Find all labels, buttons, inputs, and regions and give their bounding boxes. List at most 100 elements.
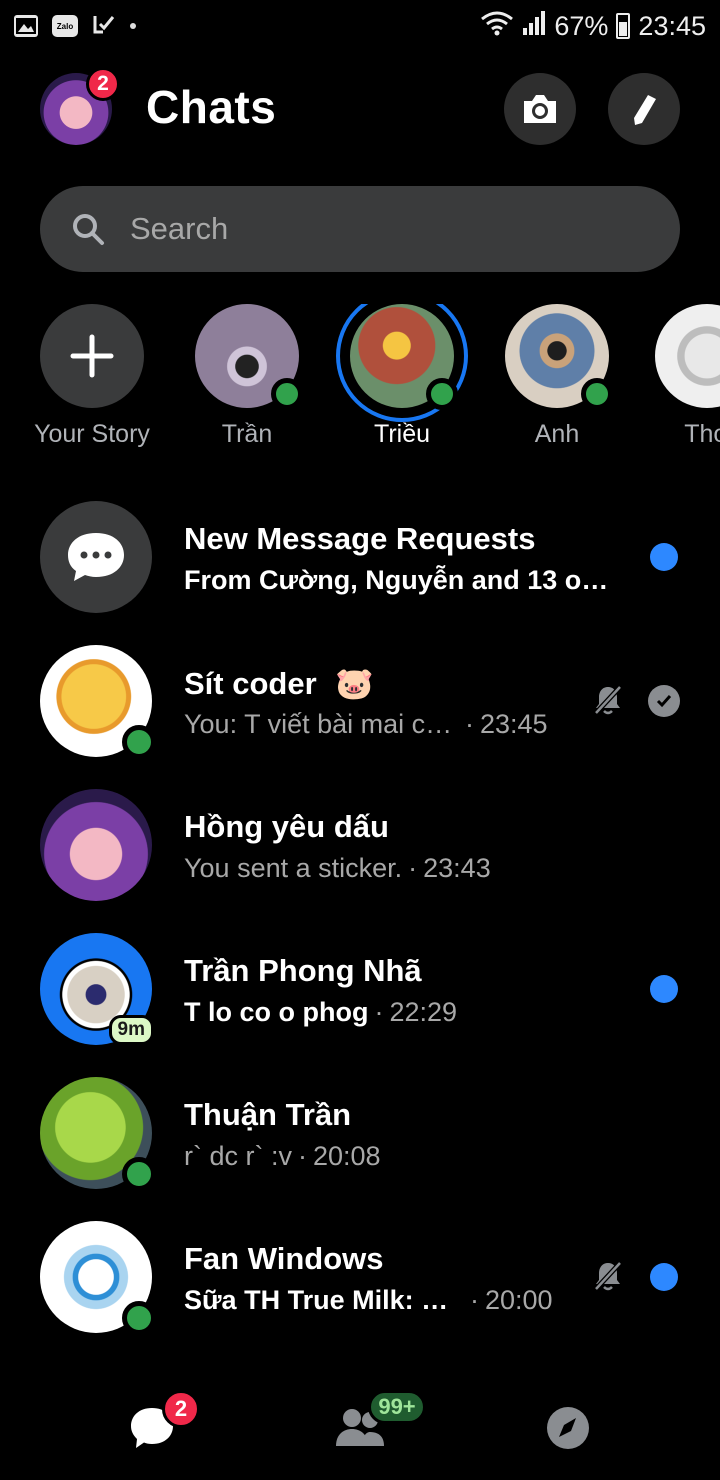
people-badge: 99+ <box>368 1390 426 1424</box>
chat-item-tran-phong-nha[interactable]: 9m Trần Phong Nhã T lo co o phog · 22:29 <box>0 933 720 1057</box>
story-tho[interactable]: Thơ <box>632 304 720 449</box>
chat-preview: You: T viết bài mai chia sẻ · 23:45 <box>184 709 548 740</box>
profile-badge: 2 <box>86 67 120 101</box>
story-avatar <box>655 304 720 408</box>
chats-badge: 2 <box>162 1390 200 1428</box>
story-label: Your Story <box>34 420 150 448</box>
chat-name: Hồng yêu dấu <box>184 809 389 844</box>
muted-bell-icon <box>594 685 622 715</box>
chat-item-sit-coder[interactable]: Sít coder 🐷 You: T viết bài mai chia sẻ … <box>0 645 720 769</box>
separator: · <box>470 1285 479 1315</box>
chat-avatar <box>40 1077 156 1191</box>
chat-preview: From Cường, Nguyễn and 13 others <box>184 565 610 596</box>
search-input[interactable] <box>130 211 610 247</box>
separator: · <box>465 709 474 739</box>
online-indicator <box>581 378 613 410</box>
chat-name: Thuận Trần <box>184 1097 352 1132</box>
story-trieu[interactable]: Triều <box>327 304 477 449</box>
chat-preview: Sữa TH True Milk: @Lê Văn · 20:00 <box>184 1285 553 1316</box>
story-label: Triều <box>373 420 431 448</box>
bottom-navigation: 2 99+ <box>0 1368 720 1480</box>
chat-time: 23:43 <box>423 853 491 883</box>
pencil-icon <box>634 95 656 125</box>
unread-dot <box>650 1263 678 1291</box>
battery-percent: 67% <box>554 10 609 41</box>
separator: · <box>374 997 384 1027</box>
camera-icon <box>524 95 556 123</box>
chat-avatar <box>40 1221 156 1335</box>
add-story-avatar <box>40 304 144 408</box>
chat-item-hong-yeu-dau[interactable]: Hồng yêu dấu You sent a sticker. · 23:43 <box>0 789 720 913</box>
muted-bell-icon <box>594 1261 622 1291</box>
chat-avatar <box>40 645 156 759</box>
chat-name: Trần Phong Nhã <box>184 953 422 988</box>
chat-avatar <box>40 789 152 901</box>
chat-avatar: 9m <box>40 933 154 1045</box>
clock: 23:45 <box>638 10 706 41</box>
chat-message: You sent a sticker. <box>184 853 403 883</box>
story-label: Trần <box>221 420 273 448</box>
signal-icon <box>522 10 546 43</box>
battery-icon <box>616 13 631 39</box>
plus-icon <box>70 334 114 378</box>
nav-people-tab[interactable]: 99+ <box>330 1390 426 1458</box>
chat-item-thuan-tran[interactable]: Thuận Trần r` dc r` :v · 20:08 <box>0 1077 720 1201</box>
chat-message: r` dc r` :v <box>184 1141 292 1171</box>
story-tran[interactable]: Trần <box>172 304 322 449</box>
gallery-icon <box>14 15 38 37</box>
profile-avatar[interactable]: 2 <box>40 67 120 145</box>
chat-name: Fan Windows <box>184 1241 384 1276</box>
online-indicator <box>271 378 303 410</box>
chat-name: New Message Requests <box>184 521 536 556</box>
camera-button[interactable] <box>504 73 576 145</box>
wifi-icon <box>480 10 514 43</box>
chat-message: Sữa TH True Milk: @Lê Văn <box>184 1285 464 1315</box>
stories-row: Your Story Trần Triều Anh Thơ <box>0 304 720 464</box>
chat-name-text: Sít coder <box>184 666 317 701</box>
chat-message: T lo co o phog <box>184 997 369 1027</box>
compass-icon <box>547 1407 589 1449</box>
chat-preview: r` dc r` :v · 20:08 <box>184 1141 381 1172</box>
chat-time: 20:08 <box>313 1141 381 1171</box>
chat-time: 22:29 <box>389 997 458 1027</box>
zalo-icon: Zalo <box>52 15 78 37</box>
online-indicator <box>426 378 458 410</box>
story-label: Thơ <box>684 420 720 448</box>
pig-emoji: 🐷 <box>335 666 374 701</box>
chat-bubble-icon <box>68 533 124 581</box>
chat-avatar <box>40 501 152 613</box>
separator: · <box>408 853 418 883</box>
chat-name: Sít coder 🐷 <box>184 665 374 702</box>
online-indicator <box>122 1157 156 1191</box>
online-indicator <box>122 1301 156 1335</box>
page-title: Chats <box>146 81 277 133</box>
seen-check-icon <box>648 685 680 717</box>
nav-discover-tab[interactable] <box>538 1398 598 1458</box>
chat-preview: T lo co o phog · 22:29 <box>184 997 457 1028</box>
story-avatar <box>336 304 468 422</box>
active-time-badge: 9m <box>108 1015 154 1045</box>
separator: · <box>298 1141 307 1171</box>
story-your-story[interactable]: Your Story <box>17 304 167 449</box>
notification-dot-icon <box>130 23 136 29</box>
chat-time: 20:00 <box>485 1285 553 1315</box>
chat-message: From Cường, Nguyễn and 13 others <box>184 565 610 595</box>
nav-chats-tab[interactable]: 2 <box>122 1390 200 1458</box>
chat-message: You: T viết bài mai chia sẻ <box>184 709 459 739</box>
story-avatar <box>195 304 303 410</box>
chat-preview: You sent a sticker. · 23:43 <box>184 853 491 884</box>
unread-dot <box>650 543 678 571</box>
check-icon <box>92 13 116 40</box>
search-icon <box>73 214 104 245</box>
header: 2 Chats <box>0 67 720 150</box>
story-avatar <box>505 304 613 410</box>
unread-dot <box>650 975 678 1003</box>
story-anh[interactable]: Anh <box>482 304 632 449</box>
new-message-button[interactable] <box>608 73 680 145</box>
search-bar[interactable] <box>40 186 680 272</box>
chat-item-message-requests[interactable]: New Message Requests From Cường, Nguyễn … <box>0 501 720 625</box>
status-bar: Zalo 67% 23:45 <box>0 0 720 52</box>
story-label: Anh <box>534 420 580 448</box>
chat-time: 23:45 <box>480 709 548 739</box>
chat-item-fan-windows[interactable]: Fan Windows Sữa TH True Milk: @Lê Văn · … <box>0 1221 720 1345</box>
